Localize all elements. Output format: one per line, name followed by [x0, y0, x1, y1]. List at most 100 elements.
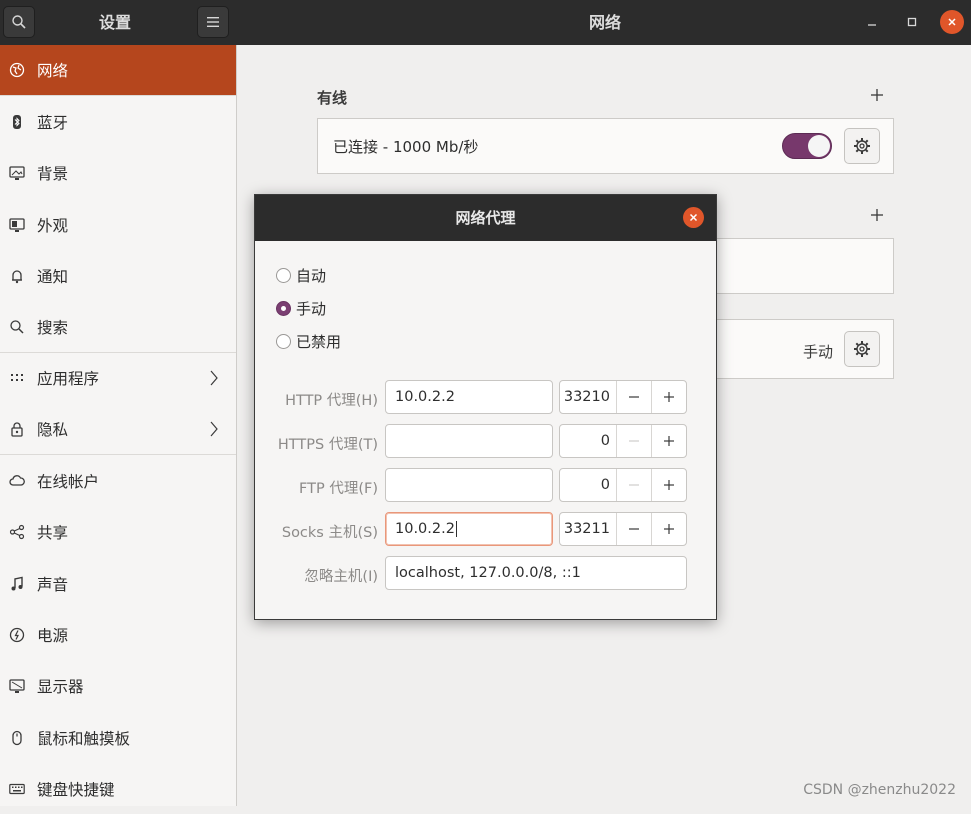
- radio-button[interactable]: [276, 334, 291, 349]
- decrement-button[interactable]: [616, 425, 651, 457]
- sidebar-item-label: 电源: [37, 626, 69, 645]
- port-value[interactable]: 0: [560, 425, 616, 457]
- minimize-button[interactable]: [860, 10, 884, 34]
- sidebar-item-label: 应用程序: [37, 370, 100, 389]
- http-proxy-port-stepper[interactable]: 33210: [559, 380, 687, 414]
- ftp-proxy-port-stepper[interactable]: 0: [559, 468, 687, 502]
- header-bar: 设置 网络: [0, 0, 971, 45]
- radio-button-selected[interactable]: [276, 301, 291, 316]
- music-note-icon: [9, 576, 25, 592]
- sidebar-item-background[interactable]: 背景: [0, 148, 236, 199]
- port-value[interactable]: 33211: [560, 513, 616, 545]
- search-icon: [9, 319, 25, 335]
- share-icon: [9, 524, 25, 540]
- mode-manual-option[interactable]: 手动: [276, 298, 326, 319]
- dialog-close-button[interactable]: [683, 207, 704, 228]
- sidebar-item-bluetooth[interactable]: 蓝牙: [0, 96, 236, 147]
- close-icon: [947, 17, 957, 27]
- sidebar-item-label: 隐私: [37, 421, 69, 440]
- gear-icon: [853, 137, 871, 155]
- sidebar-item-notifications[interactable]: 通知: [0, 250, 236, 301]
- increment-button[interactable]: [651, 469, 686, 501]
- port-value[interactable]: 33210: [560, 381, 616, 413]
- gear-icon: [853, 340, 871, 358]
- minimize-icon: [867, 17, 877, 27]
- settings-title: 设置: [98, 13, 131, 32]
- decrement-button[interactable]: [616, 513, 651, 545]
- sidebar-item-appearance[interactable]: 外观: [0, 199, 236, 250]
- bell-icon: [9, 268, 25, 284]
- radio-button[interactable]: [276, 268, 291, 283]
- add-vpn-button[interactable]: [870, 208, 886, 224]
- sidebar-item-sharing[interactable]: 共享: [0, 507, 236, 558]
- increment-button[interactable]: [651, 381, 686, 413]
- dialog-title: 网络代理: [455, 209, 516, 227]
- hamburger-menu-icon: [207, 17, 219, 27]
- sidebar-item-keyboard-shortcuts[interactable]: 键盘快捷键: [0, 763, 236, 814]
- wired-section-title: 有线: [317, 89, 348, 107]
- increment-button[interactable]: [651, 425, 686, 457]
- wired-status: 已连接 - 1000 Mb/秒: [333, 138, 479, 156]
- bluetooth-icon: [9, 114, 25, 130]
- chevron-right-icon: [210, 421, 218, 437]
- ftp-proxy-label: FTP 代理(F): [299, 481, 378, 497]
- sidebar: 网络 蓝牙 背景 外观 通知 搜索 应用程序 隐私 在线帐户 共享 声音 电源 …: [0, 45, 237, 806]
- sidebar-item-displays[interactable]: 显示器: [0, 661, 236, 712]
- background-icon: [9, 165, 25, 181]
- http-proxy-label: HTTP 代理(H): [285, 393, 378, 409]
- wired-toggle[interactable]: [782, 133, 832, 159]
- proxy-mode-value: 手动: [803, 343, 834, 361]
- sidebar-item-sound[interactable]: 声音: [0, 558, 236, 609]
- network-proxy-dialog: 网络代理 自动 手动 已禁用 HTTP 代理(H) 10.0.2.2 33210…: [254, 194, 717, 620]
- http-proxy-host-input[interactable]: 10.0.2.2: [385, 380, 553, 414]
- search-icon: [11, 14, 27, 30]
- wired-settings-button[interactable]: [844, 128, 880, 164]
- https-proxy-port-stepper[interactable]: 0: [559, 424, 687, 458]
- display-icon: [9, 678, 25, 694]
- socks-port-stepper[interactable]: 33211: [559, 512, 687, 546]
- https-proxy-host-input[interactable]: [385, 424, 553, 458]
- decrement-button[interactable]: [616, 469, 651, 501]
- menu-button[interactable]: [197, 6, 229, 38]
- ignore-hosts-input[interactable]: localhost, 127.0.0.0/8, ::1: [385, 556, 687, 590]
- sidebar-item-power[interactable]: 电源: [0, 609, 236, 660]
- sidebar-item-mouse-touchpad[interactable]: 鼠标和触摸板: [0, 712, 236, 763]
- socks-host-value: 10.0.2.2: [395, 521, 455, 537]
- sidebar-item-label: 网络: [37, 62, 69, 81]
- appearance-icon: [9, 217, 25, 233]
- port-value[interactable]: 0: [560, 469, 616, 501]
- sidebar-item-privacy[interactable]: 隐私: [0, 404, 236, 456]
- sidebar-item-label: 蓝牙: [37, 113, 69, 132]
- proxy-settings-button[interactable]: [844, 331, 880, 367]
- mode-automatic-option[interactable]: 自动: [276, 265, 326, 286]
- cloud-icon: [9, 473, 25, 489]
- sidebar-item-label: 鼠标和触摸板: [37, 729, 131, 748]
- add-wired-button[interactable]: [870, 88, 886, 104]
- close-window-button[interactable]: [940, 10, 964, 34]
- chevron-right-icon: [210, 370, 218, 386]
- sidebar-item-applications[interactable]: 应用程序: [0, 353, 236, 404]
- https-proxy-label: HTTPS 代理(T): [277, 437, 378, 453]
- ignore-hosts-label: 忽略主机(I): [304, 569, 378, 585]
- sidebar-item-label: 显示器: [37, 678, 84, 697]
- sidebar-item-label: 在线帐户: [37, 473, 100, 492]
- socks-host-input[interactable]: 10.0.2.2: [385, 512, 553, 546]
- toggle-knob: [808, 135, 830, 157]
- wired-connection-row: 已连接 - 1000 Mb/秒: [317, 118, 894, 174]
- radio-label: 手动: [296, 300, 327, 318]
- radio-label: 自动: [296, 267, 327, 285]
- sidebar-item-label: 通知: [37, 267, 69, 286]
- socks-host-label: Socks 主机(S): [281, 525, 378, 541]
- mode-disabled-option[interactable]: 已禁用: [276, 331, 341, 352]
- sidebar-item-online-accounts[interactable]: 在线帐户: [0, 455, 236, 506]
- maximize-button[interactable]: [900, 10, 924, 34]
- sidebar-item-search[interactable]: 搜索: [0, 301, 236, 353]
- increment-button[interactable]: [651, 513, 686, 545]
- text-caret: [455, 521, 457, 537]
- close-icon: [689, 213, 698, 222]
- ftp-proxy-host-input[interactable]: [385, 468, 553, 502]
- dialog-header: 网络代理: [255, 195, 716, 241]
- search-button[interactable]: [3, 6, 35, 38]
- decrement-button[interactable]: [616, 381, 651, 413]
- sidebar-item-network[interactable]: 网络: [0, 45, 236, 97]
